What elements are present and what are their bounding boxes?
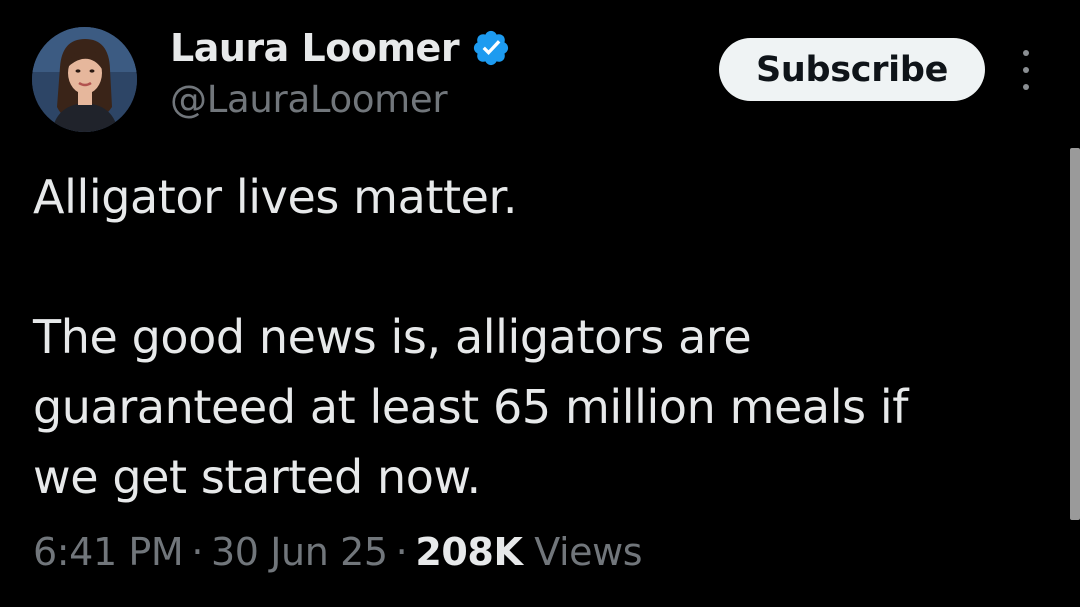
tweet-line: we get started now. <box>33 450 481 504</box>
verified-badge-icon[interactable] <box>471 28 511 68</box>
tweet-line-gap <box>33 232 1033 302</box>
tweet-line: Alligator lives matter. <box>33 170 518 224</box>
avatar-photo <box>32 27 137 132</box>
tweet-card: Laura Loomer @LauraLoomer Subscribe Alli… <box>0 0 1080 607</box>
more-vertical-icon[interactable] <box>1013 50 1039 90</box>
author-name-row: Laura Loomer <box>170 22 511 74</box>
views-label: Views <box>534 530 643 574</box>
views-count[interactable]: 208K <box>415 530 523 574</box>
subscribe-button[interactable]: Subscribe <box>719 38 985 101</box>
display-name[interactable]: Laura Loomer <box>170 26 460 70</box>
more-dot <box>1023 50 1029 56</box>
avatar[interactable] <box>32 27 137 132</box>
more-dot <box>1023 67 1029 73</box>
meta-separator: · <box>395 530 408 574</box>
author-handle[interactable]: @LauraLoomer <box>170 78 448 121</box>
tweet-text: Alligator lives matter. The good news is… <box>33 162 1033 512</box>
more-dot <box>1023 84 1029 90</box>
tweet-line: The good news is, alligators are <box>33 310 752 364</box>
meta-separator: · <box>191 530 204 574</box>
tweet-date[interactable]: 30 Jun 25 <box>211 530 388 574</box>
tweet-meta: 6:41 PM · 30 Jun 25 · 208K Views <box>33 530 643 574</box>
scrollbar[interactable] <box>1070 148 1080 520</box>
tweet-line: guaranteed at least 65 million meals if <box>33 380 909 434</box>
tweet-time[interactable]: 6:41 PM <box>33 530 184 574</box>
